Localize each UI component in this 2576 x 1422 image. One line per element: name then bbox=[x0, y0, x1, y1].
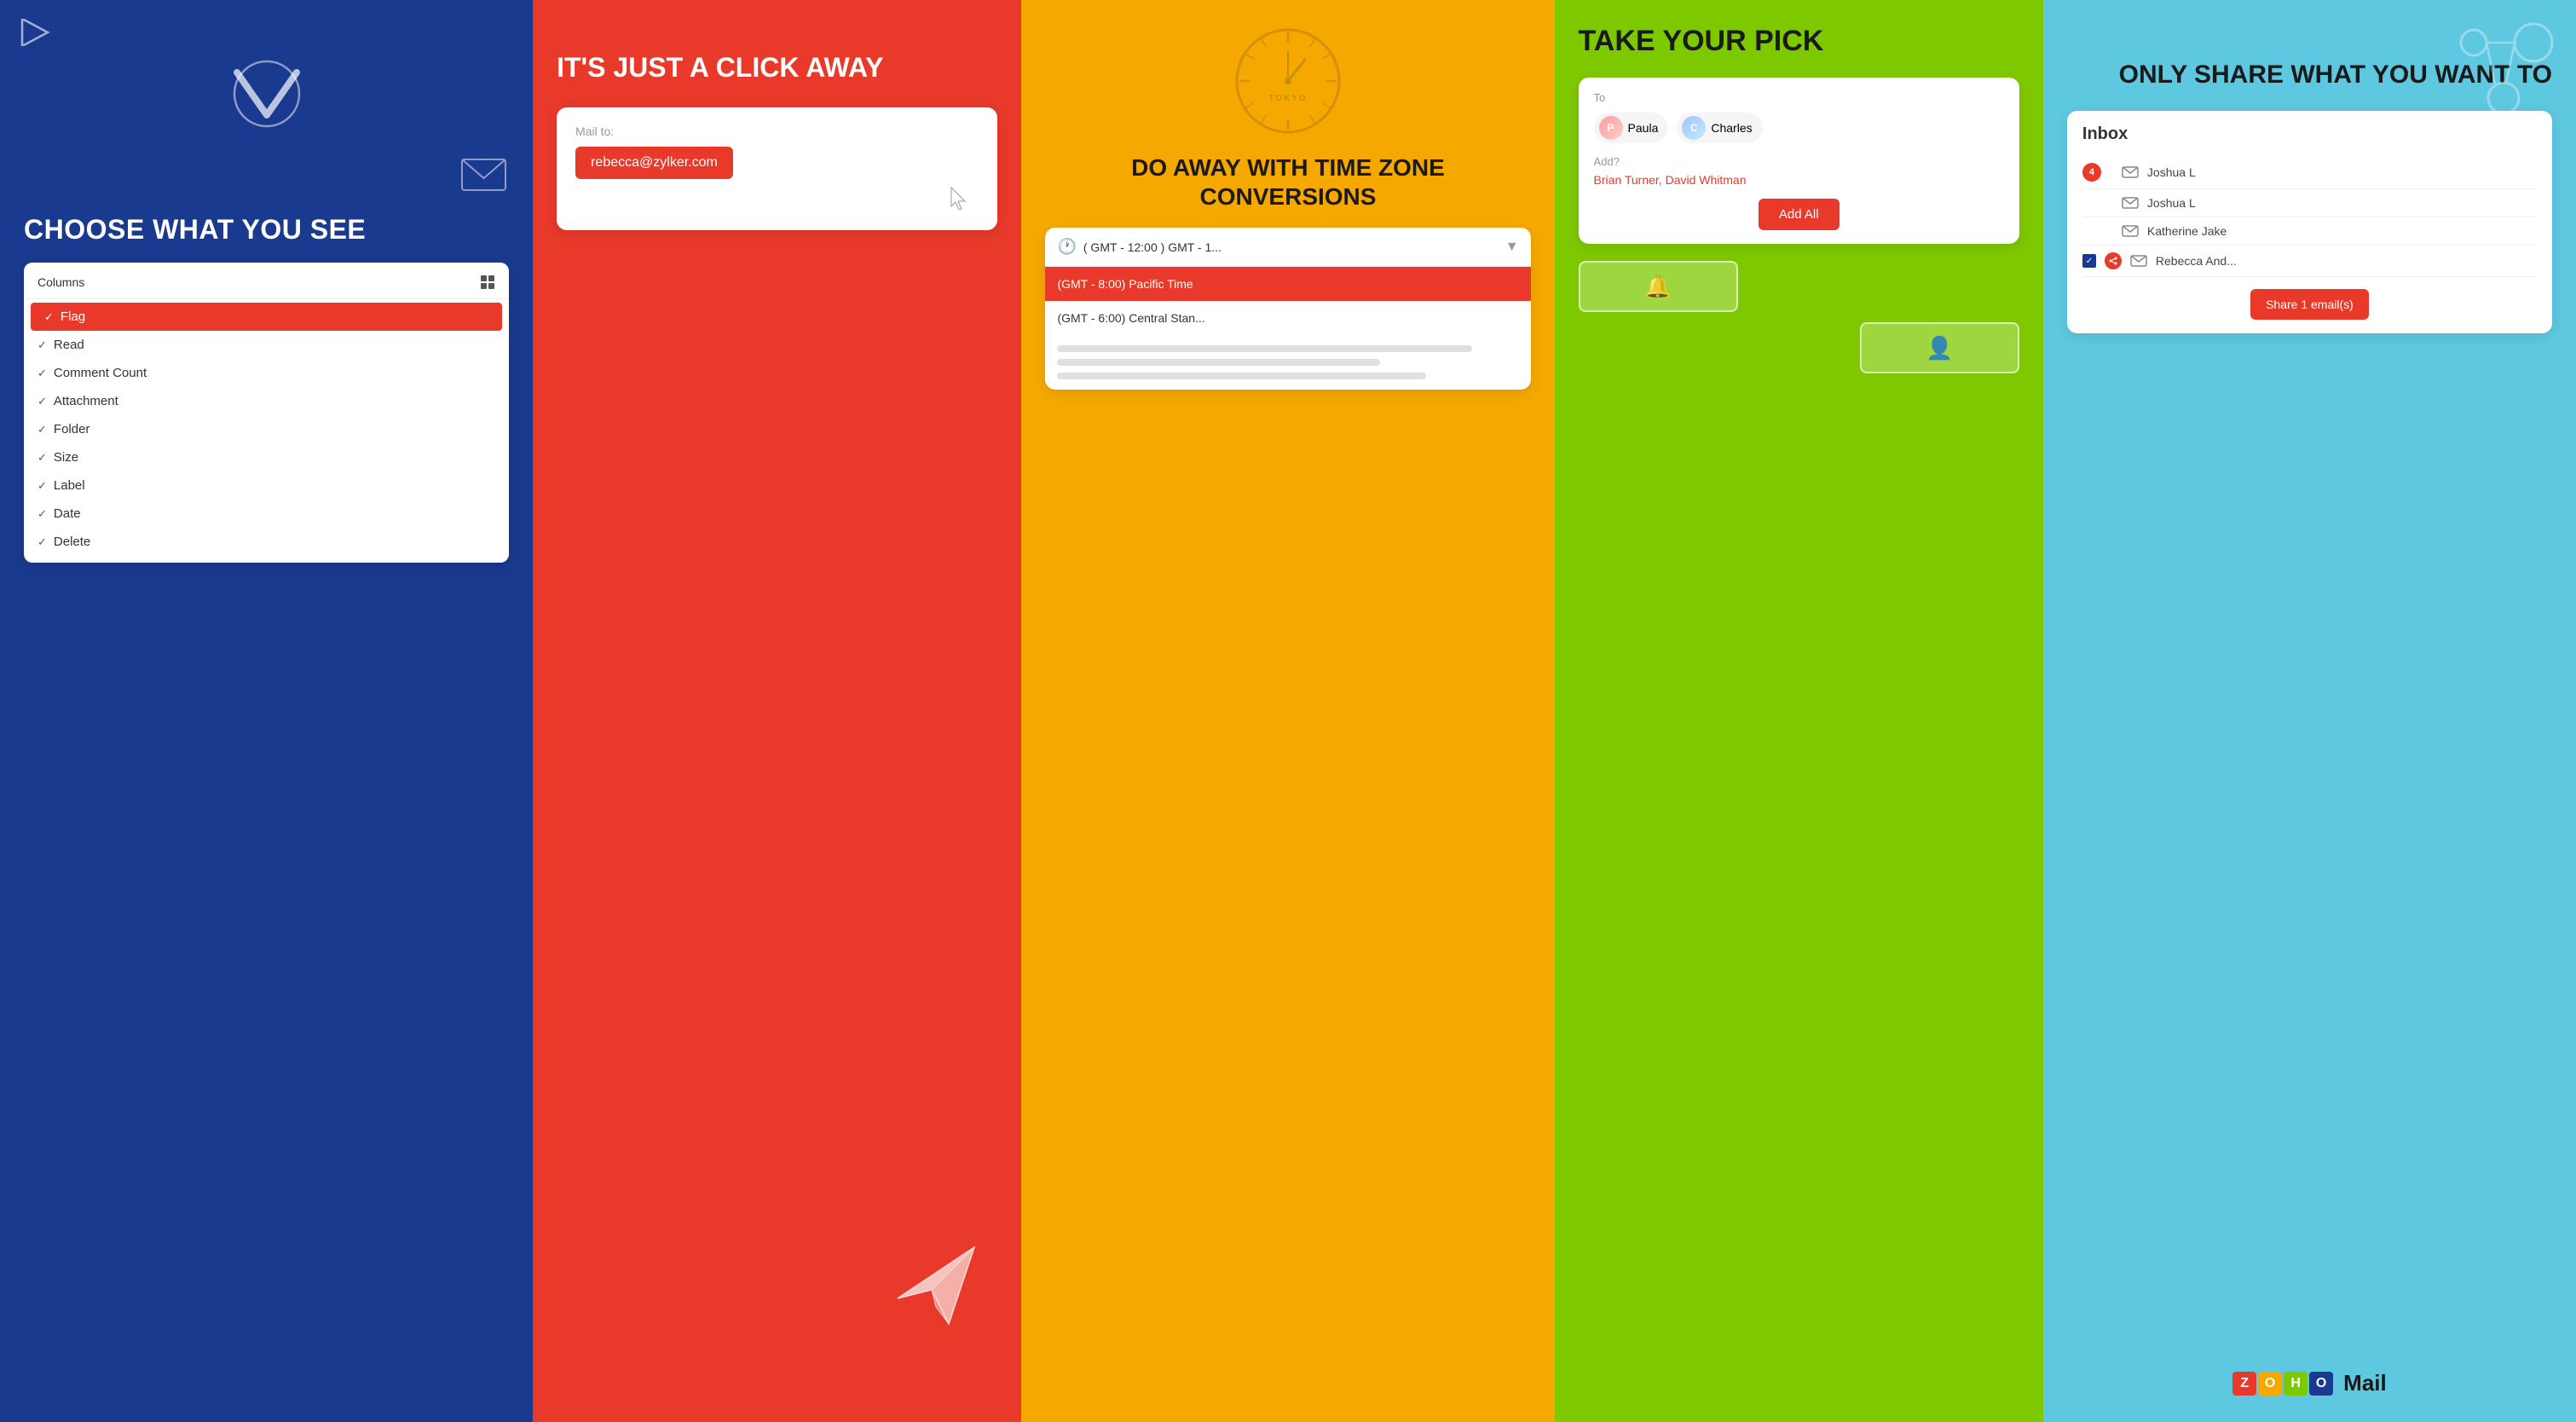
envelope-icon bbox=[2130, 255, 2147, 267]
inbox-checkbox[interactable]: ✓ bbox=[2082, 254, 2096, 268]
mail-to-card: Mail to: rebecca@zylker.com bbox=[557, 107, 997, 230]
inbox-sender-name: Joshua L bbox=[2147, 196, 2537, 210]
check-icon: ✓ bbox=[38, 423, 47, 436]
zoho-o2: O bbox=[2309, 1372, 2333, 1396]
inbox-item[interactable]: ✓ Rebecca And... bbox=[2082, 246, 2537, 277]
column-item-flag[interactable]: ✓ Flag bbox=[31, 303, 502, 331]
check-icon: ✓ bbox=[38, 451, 47, 465]
inbox-sender-name: Rebecca And... bbox=[2156, 254, 2537, 268]
panel1-title: CHOOSE WHAT YOU SEE bbox=[24, 213, 509, 246]
column-item-size[interactable]: ✓ Size bbox=[24, 443, 509, 471]
share-tag-icon bbox=[2105, 252, 2122, 269]
placeholder-line bbox=[1057, 373, 1426, 379]
check-icon: ✓ bbox=[38, 479, 47, 493]
mail-to-label: Mail to: bbox=[575, 124, 979, 138]
column-item-label[interactable]: ✓ Label bbox=[24, 471, 509, 500]
inbox-item[interactable]: 4 Joshua L bbox=[2082, 156, 2537, 189]
panel-choose-what-you-see: CHOOSE WHAT YOU SEE Columns ✓ Flag ✓ Rea… bbox=[0, 0, 533, 1422]
columns-header-label: Columns bbox=[38, 275, 84, 289]
to-label: To bbox=[1594, 91, 2004, 104]
contact-name-charles: Charles bbox=[1711, 121, 1752, 135]
placeholder-line bbox=[1057, 345, 1472, 352]
check-icon: ✓ bbox=[44, 310, 54, 324]
zoho-h: H bbox=[2284, 1372, 2307, 1396]
widget-row-2: 👤 bbox=[1579, 322, 2019, 373]
panel-timezone: TOKYO DO AWAY WITH TIME ZONE CONVERSIONS… bbox=[1021, 0, 1554, 1422]
check-icon: ✓ bbox=[38, 367, 47, 380]
column-item-attachment[interactable]: ✓ Attachment bbox=[24, 387, 509, 415]
notification-widgets: 🔔 👤 bbox=[1579, 261, 2019, 373]
envelope-icon bbox=[460, 158, 507, 196]
timezone-placeholder-lines bbox=[1045, 335, 1530, 390]
placeholder-line bbox=[1057, 359, 1380, 366]
panel4-title: TAKE YOUR PICK bbox=[1579, 26, 2019, 57]
panel-only-share: ONLY SHARE WHAT YOU WANT TO Inbox 4 Josh… bbox=[2043, 0, 2576, 1422]
email-address[interactable]: rebecca@zylker.com bbox=[575, 147, 733, 179]
chevron-down-icon: ▼ bbox=[1505, 240, 1519, 255]
envelope-icon bbox=[2122, 166, 2139, 178]
panel3-title: DO AWAY WITH TIME ZONE CONVERSIONS bbox=[1045, 153, 1530, 211]
check-icon: ✓ bbox=[38, 338, 47, 352]
cursor-icon bbox=[575, 186, 970, 213]
panel2-title: IT'S JUST A CLICK AWAY bbox=[557, 51, 997, 84]
column-selector-card: Columns ✓ Flag ✓ Read ✓ Comment Count bbox=[24, 263, 509, 563]
mail-label: Mail bbox=[2343, 1370, 2387, 1396]
add-label: Add? bbox=[1594, 155, 2004, 168]
column-selector-header: Columns bbox=[24, 269, 509, 299]
check-icon: ✓ bbox=[38, 395, 47, 408]
v-logo bbox=[228, 60, 305, 132]
svg-text:TOKYO: TOKYO bbox=[1268, 94, 1307, 103]
timezone-header[interactable]: 🕐 ( GMT - 12:00 ) GMT - 1... ▼ bbox=[1045, 228, 1530, 267]
share-button[interactable]: Share 1 email(s) bbox=[2250, 289, 2369, 320]
panel-click-away: IT'S JUST A CLICK AWAY Mail to: rebecca@… bbox=[533, 0, 1021, 1422]
contact-name-paula: Paula bbox=[1628, 121, 1659, 135]
inbox-sender-name: Katherine Jake bbox=[2147, 224, 2537, 238]
contacts-card: To P Paula C Charles Add? Brian Turner, … bbox=[1579, 78, 2019, 244]
panel-take-your-pick: TAKE YOUR PICK To P Paula C Charles Add?… bbox=[1555, 0, 2043, 1422]
column-item-date[interactable]: ✓ Date bbox=[24, 500, 509, 528]
zoho-mail-logo: Z O H O Mail bbox=[2067, 1353, 2552, 1396]
grid-icon[interactable] bbox=[480, 275, 495, 290]
column-item-read[interactable]: ✓ Read bbox=[24, 331, 509, 359]
contact-chip-paula[interactable]: P Paula bbox=[1594, 113, 1669, 143]
avatar-paula: P bbox=[1599, 116, 1623, 140]
zoho-letters: Z O H O bbox=[2232, 1372, 2333, 1396]
bell-icon: 🔔 bbox=[1644, 274, 1672, 300]
inbox-item[interactable]: Joshua L bbox=[2082, 189, 2537, 217]
clock-container: TOKYO bbox=[1045, 26, 1530, 136]
contacts-row: P Paula C Charles bbox=[1594, 113, 2004, 143]
timezone-clock-icon: 🕐 bbox=[1057, 238, 1076, 256]
avatar-charles: C bbox=[1682, 116, 1706, 140]
envelope-icon bbox=[2122, 225, 2139, 237]
check-icon: ✓ bbox=[38, 507, 47, 521]
timezone-selected: ( GMT - 12:00 ) GMT - 1... bbox=[1083, 240, 1499, 254]
network-icon bbox=[2448, 17, 2559, 132]
timezone-card: 🕐 ( GMT - 12:00 ) GMT - 1... ▼ (GMT - 8:… bbox=[1045, 228, 1530, 390]
person-widget: 👤 bbox=[1860, 322, 2019, 373]
timezone-option-pacific[interactable]: (GMT - 8:00) Pacific Time bbox=[1045, 267, 1530, 301]
zoho-z: Z bbox=[2232, 1372, 2256, 1396]
widget-row-1: 🔔 bbox=[1579, 261, 2019, 312]
check-icon: ✓ bbox=[38, 535, 47, 549]
envelope-icon bbox=[2122, 197, 2139, 209]
inbox-card: Inbox 4 Joshua L Joshua L bbox=[2067, 111, 2552, 333]
zoho-o1: O bbox=[2258, 1372, 2282, 1396]
paper-airplane-icon bbox=[889, 1230, 991, 1345]
column-item-comment-count[interactable]: ✓ Comment Count bbox=[24, 359, 509, 387]
bell-widget: 🔔 bbox=[1579, 261, 1738, 312]
column-item-delete[interactable]: ✓ Delete bbox=[24, 528, 509, 556]
inbox-sender-name: Joshua L bbox=[2147, 165, 2537, 179]
inbox-item[interactable]: Katherine Jake bbox=[2082, 217, 2537, 246]
column-item-folder[interactable]: ✓ Folder bbox=[24, 415, 509, 443]
timezone-option-central[interactable]: (GMT - 6:00) Central Stan... bbox=[1045, 301, 1530, 335]
suggested-contacts[interactable]: Brian Turner, David Whitman bbox=[1594, 173, 2004, 187]
flag-icon bbox=[19, 19, 51, 50]
contact-chip-charles[interactable]: C Charles bbox=[1677, 113, 1762, 143]
person-icon: 👤 bbox=[1926, 335, 1953, 361]
add-all-button[interactable]: Add All bbox=[1759, 199, 1840, 230]
inbox-count-badge: 4 bbox=[2082, 163, 2101, 182]
